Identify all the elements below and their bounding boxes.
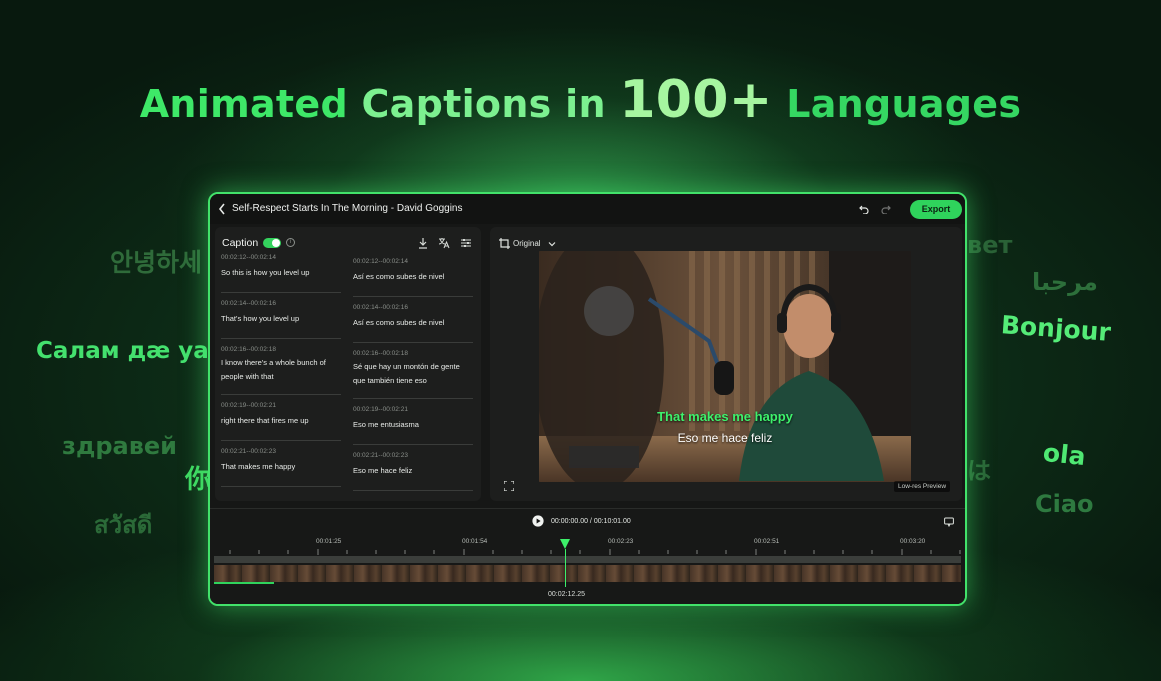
caption-segment[interactable]: 00:02:19--00:02:21 right there that fire…	[221, 395, 341, 441]
chevron-down-icon[interactable]	[548, 240, 556, 248]
video-preview[interactable]: That makes me happy Eso me hace feliz	[539, 251, 911, 482]
word-arabic: مرحبا	[1032, 268, 1098, 296]
word-russian: вет	[967, 231, 1013, 259]
video-frame	[539, 251, 911, 482]
segment-text[interactable]: Eso me entusiasma	[353, 418, 473, 432]
time-ruler[interactable]	[210, 549, 965, 555]
editor-window: Self-Respect Starts In The Morning - Dav…	[208, 192, 967, 606]
subtitle-track-icon[interactable]	[944, 517, 954, 527]
segment-text[interactable]: So this is how you level up	[221, 266, 341, 280]
play-icon[interactable]	[532, 515, 544, 527]
subtitle-primary: That makes me happy	[657, 409, 793, 424]
chevron-left-icon[interactable]	[217, 202, 227, 216]
word-ossetian: Салам дæ уа	[36, 338, 209, 364]
export-button[interactable]: Export	[910, 200, 962, 219]
playhead-time: 00:02:12.25	[548, 591, 585, 598]
caption-segment[interactable]: 00:02:21--00:02:23 Eso me hace feliz	[353, 445, 473, 491]
caption-segment[interactable]: 00:02:19--00:02:21 Eso me entusiasma	[353, 399, 473, 445]
tick-label: 00:01:54	[462, 538, 488, 545]
info-icon[interactable]: i	[286, 238, 295, 247]
original-caption-list: 00:02:12--00:02:14 So this is how you le…	[221, 247, 341, 487]
segment-time: 00:02:12--00:02:14	[221, 254, 276, 261]
segment-time: 00:02:14--00:02:16	[221, 300, 276, 307]
segment-text[interactable]: Sé que hay un montón de gente que tambié…	[353, 360, 473, 388]
segment-text[interactable]: That makes me happy	[221, 460, 341, 474]
playhead-handle[interactable]	[560, 539, 570, 549]
timeline: 00:00:00.00 / 00:10:01.00 00:01:25 00:01…	[210, 508, 965, 604]
word-thai: สวัสดี	[94, 511, 153, 539]
caption-segment[interactable]: 00:02:16--00:02:18 I know there's a whol…	[221, 339, 341, 395]
segment-text[interactable]: Así es como subes de nivel	[353, 316, 473, 330]
project-title: Self-Respect Starts In The Morning - Dav…	[232, 203, 463, 214]
preview-panel: Original That makes me happy Eso me hace…	[490, 227, 962, 501]
tick-label: 00:03:20	[900, 538, 926, 545]
segment-text[interactable]: right there that fires me up	[221, 414, 341, 428]
caption-segment[interactable]: 00:02:12--00:02:14 Así es como subes de …	[353, 251, 473, 297]
headline-part2: Captions in	[361, 82, 606, 126]
segment-time: 00:02:19--00:02:21	[353, 406, 408, 413]
headline-part3: Languages	[786, 82, 1022, 126]
undo-icon[interactable]	[859, 204, 869, 214]
low-res-preview-badge[interactable]: Low-res Preview	[894, 481, 951, 492]
word-portuguese: ola	[1041, 437, 1088, 472]
playhead[interactable]	[565, 549, 566, 587]
tick-label: 00:02:23	[608, 538, 634, 545]
timecode: 00:00:00.00 / 00:10:01.00	[551, 518, 631, 525]
word-japanese: は	[967, 457, 991, 485]
caption-segment[interactable]: 00:02:14--00:02:16 That's how you level …	[221, 293, 341, 339]
translated-caption-list: 00:02:12--00:02:14 Así es como subes de …	[353, 251, 473, 491]
tick-label: 00:02:51	[754, 538, 780, 545]
titlebar: Self-Respect Starts In The Morning - Dav…	[210, 194, 965, 224]
segment-time: 00:02:16--00:02:18	[353, 350, 408, 357]
segment-time: 00:02:16--00:02:18	[221, 346, 276, 353]
headline-part1: Animated	[139, 82, 348, 126]
aspect-ratio-icon[interactable]	[499, 238, 510, 249]
caption-segment[interactable]: 00:02:21--00:02:23 That makes me happy	[221, 441, 341, 487]
aspect-ratio-select[interactable]: Original	[513, 239, 541, 248]
headline: Animated Captions in 100+ Languages	[0, 70, 1161, 130]
segment-text[interactable]: That's how you level up	[221, 312, 341, 326]
fullscreen-icon[interactable]	[504, 481, 514, 491]
word-bulgarian: здравей	[62, 432, 177, 460]
segment-text[interactable]: I know there's a whole bunch of people w…	[221, 356, 341, 384]
word-italian: Ciao	[1035, 490, 1094, 518]
segment-time: 00:02:21--00:02:23	[353, 452, 408, 459]
caption-panel: Caption i 00:02:12--00:02:14 So this is …	[215, 227, 481, 501]
caption-segment[interactable]: 00:02:14--00:02:16 Así es como subes de …	[353, 297, 473, 343]
selected-range-indicator	[214, 582, 274, 584]
word-korean: 안녕하세	[110, 248, 203, 277]
caption-track[interactable]	[214, 556, 961, 563]
segment-time: 00:02:21--00:02:23	[221, 448, 276, 455]
segment-time: 00:02:14--00:02:16	[353, 304, 408, 311]
translate-icon[interactable]	[438, 237, 450, 249]
segment-text[interactable]: Eso me hace feliz	[353, 464, 473, 478]
segment-time: 00:02:12--00:02:14	[353, 258, 408, 265]
caption-segment[interactable]: 00:02:16--00:02:18 Sé que hay un montón …	[353, 343, 473, 399]
segment-text[interactable]: Así es como subes de nivel	[353, 270, 473, 284]
headline-big-number: 100+	[619, 70, 773, 130]
segment-time: 00:02:19--00:02:21	[221, 402, 276, 409]
sliders-icon[interactable]	[460, 237, 472, 249]
tick-label: 00:01:25	[316, 538, 342, 545]
subtitle-secondary: Eso me hace feliz	[677, 431, 773, 445]
video-track-filmstrip[interactable]	[214, 565, 961, 582]
redo-icon[interactable]	[881, 204, 891, 214]
caption-segment[interactable]: 00:02:12--00:02:14 So this is how you le…	[221, 247, 341, 293]
download-icon[interactable]	[417, 237, 429, 249]
